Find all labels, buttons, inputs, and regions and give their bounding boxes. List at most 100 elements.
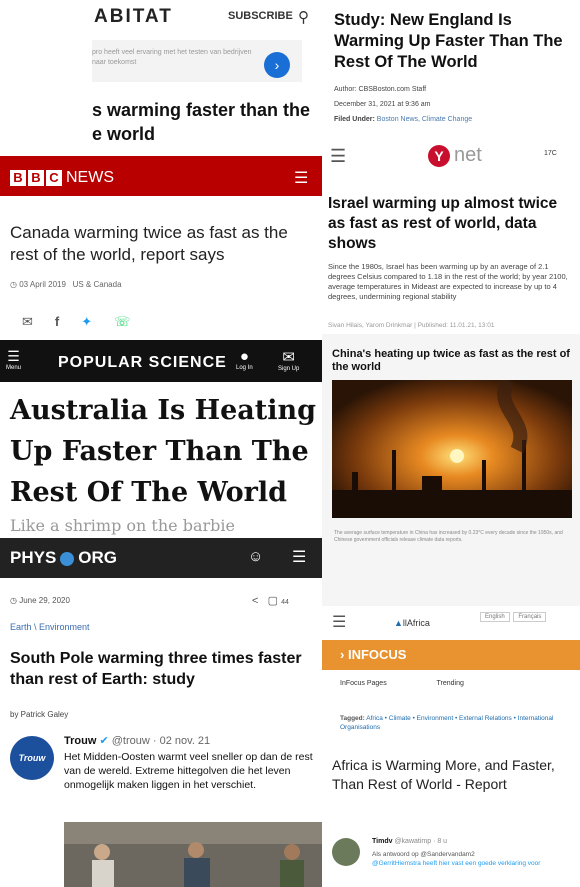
hamburger-menu-icon[interactable]: ☰ — [332, 612, 346, 632]
hamburger-menu-icon[interactable]: ☰ — [330, 146, 346, 167]
cbs-headline[interactable]: Study: New England Is Warming Up Faster … — [334, 10, 574, 73]
cbs-date: December 31, 2021 at 9:36 am — [334, 101, 431, 108]
allafrica-headline[interactable]: Africa is Warming More, and Faster, Than… — [332, 756, 572, 794]
share-icon[interactable]: < — [252, 595, 258, 607]
ad-arrow-icon[interactable]: › — [264, 52, 290, 78]
hamburger-menu-icon[interactable]: ☰ — [294, 168, 308, 188]
hamburger-menu-icon[interactable]: ☰ — [292, 547, 306, 567]
tweet-photo[interactable] — [64, 822, 322, 887]
allafrica-logo[interactable]: ▲llAfrica — [394, 618, 430, 628]
search-icon[interactable]: ⚲ — [298, 8, 309, 26]
bbc-article-panel: B B C NEWS ☰ Canada warming twice as fas… — [0, 152, 322, 340]
phys-date: June 29, 2020 — [19, 596, 70, 605]
language-switcher: English Français — [480, 612, 548, 622]
tags-label: Tagged: — [340, 715, 365, 722]
signup-button[interactable]: ✉ Sign Up — [278, 348, 299, 372]
bbc-section[interactable]: US & Canada — [73, 280, 122, 289]
user-icon[interactable]: ☺ — [248, 548, 263, 565]
login-button[interactable]: ● Log In — [236, 348, 253, 371]
phys-dateline: ◷ June 29, 2020 — [10, 596, 70, 605]
ynet-logo[interactable]: Y net — [428, 144, 482, 167]
china-article-panel: China's heating up twice as fast as the … — [322, 334, 580, 606]
tag-list: Tagged: Africa • Climate • Environment •… — [340, 714, 570, 732]
infocus-tabs: InFocus Pages Trending — [340, 680, 512, 687]
popsci-article-panel: ☰ Menu POPULAR SCIENCE ● Log In ✉ Sign U… — [0, 340, 322, 538]
popsci-logo[interactable]: POPULAR SCIENCE — [58, 354, 227, 372]
ad-text: pro heeft veel ervaring met het testen v… — [92, 49, 252, 66]
tweet-handle[interactable]: @trouw — [112, 735, 150, 747]
tweet-text: Als antwoord op @Sandervandam2 @GerritHi… — [372, 850, 572, 868]
user-icon: ● — [239, 348, 249, 365]
filed-tags[interactable]: Boston News, Climate Change — [377, 116, 472, 123]
tab-trending[interactable]: Trending — [437, 680, 464, 687]
menu-button[interactable]: ☰ Menu — [6, 348, 21, 371]
bbc-header: B B C NEWS ☰ — [0, 156, 322, 196]
comment-icon[interactable]: ▢ — [268, 595, 278, 607]
tweet-author: Trouw ✔ @trouw · 02 nov. 21 — [64, 734, 210, 747]
tweet-name[interactable]: Timdv — [372, 838, 393, 845]
bbc-dateline: ◷ 03 April 2019 US & Canada — [10, 280, 122, 289]
ynet-byline: Sivan Hilais, Yarom Drinkmar | Published… — [328, 322, 495, 329]
phys-byline: by Patrick Galey — [10, 710, 69, 719]
ynet-article-panel: ☰ Y net 17C Israel warming up almost twi… — [322, 142, 580, 334]
verified-icon: ✔ — [99, 735, 109, 747]
tab-infocus-pages[interactable]: InFocus Pages — [340, 680, 387, 687]
infocus-label[interactable]: INFOCUS — [348, 647, 407, 662]
whatsapp-icon[interactable]: ☏ — [114, 314, 130, 330]
separator: · — [152, 735, 157, 747]
tweet-body: @GerritHiemstra heeft hier vast een goed… — [372, 860, 541, 867]
cbs-author: Author: CBSBoston.com Staff — [334, 86, 427, 93]
popsci-headline[interactable]: Australia Is Heating Up Faster Than The … — [10, 390, 320, 513]
clock-icon: ◷ — [10, 596, 17, 605]
bbc-date: 03 April 2019 — [19, 280, 66, 289]
cbs-filed: Filed Under: Boston News, Climate Change — [334, 116, 472, 123]
habitat-logo[interactable]: ABITAT — [94, 6, 173, 28]
ynet-logo-text: net — [454, 144, 482, 166]
smoggy-skyline-photo — [332, 380, 572, 518]
ynet-summary: Since the 1980s, Israel has been warming… — [328, 262, 568, 301]
weather-readout: 17C — [544, 150, 557, 157]
habitat-headline[interactable]: s warming faster than the e world — [92, 98, 318, 146]
phys-header: PHYS ORG ☺ ☰ — [0, 538, 322, 578]
bbc-logo[interactable]: B B C — [10, 170, 62, 186]
email-icon[interactable]: ✉ — [22, 314, 33, 330]
phys-category[interactable]: Earth \ Environment — [10, 622, 90, 632]
tweet-reply: Als antwoord op @Sandervandam2 — [372, 851, 475, 858]
infocus-arrow-icon: › — [340, 647, 345, 662]
tags-values[interactable]: Africa • Climate • Environment • Externa… — [340, 715, 553, 731]
bbc-block-b2: B — [28, 170, 44, 186]
bbc-block-b1: B — [10, 170, 26, 186]
phys-logo[interactable]: PHYS ORG — [10, 548, 117, 568]
cbs-article-panel: Study: New England Is Warming Up Faster … — [322, 0, 580, 142]
globe-icon — [60, 551, 75, 566]
clock-icon: ◷ — [10, 280, 17, 289]
avatar[interactable] — [332, 838, 360, 866]
avatar[interactable]: Trouw — [10, 736, 54, 780]
tweet-name[interactable]: Trouw — [64, 735, 96, 747]
infocus-bar: › INFOCUS — [322, 640, 580, 670]
phys-headline[interactable]: South Pole warming three times faster th… — [10, 648, 310, 690]
lang-french[interactable]: Français — [513, 612, 547, 622]
subscribe-link[interactable]: SUBSCRIBE — [228, 10, 293, 22]
phys-article-panel: PHYS ORG ☺ ☰ ◷ June 29, 2020 < ▢ 44 Earth… — [0, 538, 322, 730]
menu-label: Menu — [6, 365, 22, 371]
popsci-dek: Like a shrimp on the barbie — [10, 516, 235, 535]
ynet-headline[interactable]: Israel warming up almost twice as fast a… — [328, 194, 576, 254]
mail-icon: ✉ — [282, 349, 295, 366]
lang-english[interactable]: English — [480, 612, 510, 622]
facebook-icon[interactable]: f — [55, 314, 59, 330]
trouw-tweet-panel: Trouw Trouw ✔ @trouw · 02 nov. 21 Het Mi… — [0, 730, 322, 887]
tweet-author: Timdv @kawatimp · 8 u — [372, 838, 447, 845]
allafrica-article-panel: ☰ ▲llAfrica English Français › INFOCUS I… — [322, 606, 580, 887]
comment-count: 44 — [281, 599, 289, 606]
popsci-header: ☰ Menu POPULAR SCIENCE ● Log In ✉ Sign U… — [0, 340, 322, 382]
tweet-date: 02 nov. 21 — [159, 735, 211, 747]
china-headline[interactable]: China's heating up twice as fast as the … — [332, 348, 572, 374]
hamburger-menu-icon: ☰ — [7, 348, 20, 364]
bbc-block-c: C — [46, 170, 62, 186]
signup-label: Sign Up — [278, 366, 300, 372]
bbc-headline[interactable]: Canada warming twice as fast as the rest… — [10, 222, 310, 266]
twitter-icon[interactable]: ✦ — [81, 314, 92, 330]
tweet-handle[interactable]: @kawatimp · 8 u — [394, 838, 447, 845]
phys-tools: < ▢ 44 — [252, 594, 289, 607]
